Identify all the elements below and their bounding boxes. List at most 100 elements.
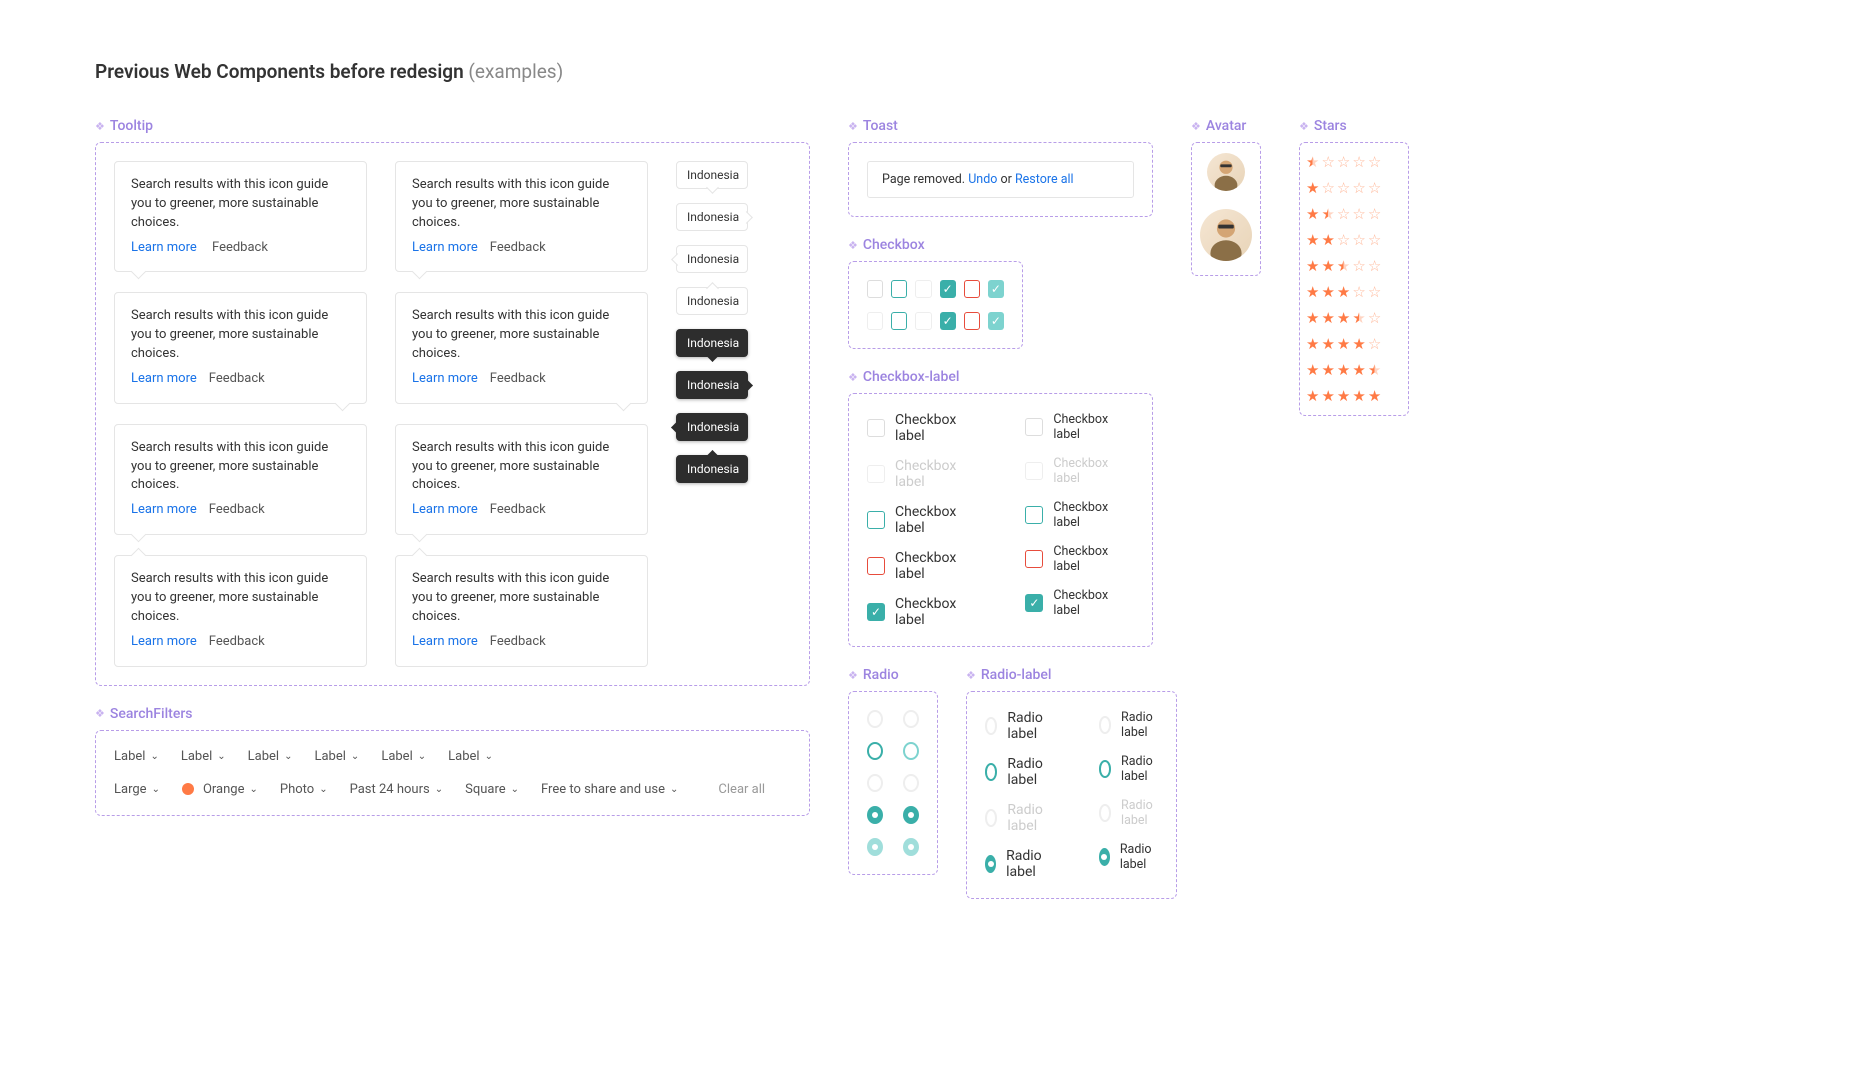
restore-all-link[interactable]: Restore all	[1015, 172, 1074, 187]
checkbox-label-item[interactable]: Checkbox label	[1025, 412, 1134, 442]
star-icon: ★	[1306, 309, 1319, 327]
radio-label-item[interactable]: Radio label	[1099, 710, 1159, 740]
radio-selected[interactable]	[903, 838, 919, 856]
feedback-link[interactable]: Feedback	[490, 502, 546, 517]
star-icon: ★	[1321, 283, 1334, 301]
learn-more-link[interactable]: Learn more	[131, 371, 197, 386]
undo-link[interactable]: Undo	[968, 172, 997, 187]
toast: Page removed. Undo or Restore all	[867, 161, 1134, 198]
radio[interactable]	[867, 774, 883, 792]
checkbox-error[interactable]	[964, 280, 980, 298]
filter-chip[interactable]: Orange⌄	[182, 782, 258, 797]
tooltip-card: Search results with this icon guide you …	[395, 161, 648, 272]
feedback-link[interactable]: Feedback	[209, 502, 265, 517]
mini-tooltip: Indonesia	[676, 203, 748, 231]
radio[interactable]	[903, 742, 919, 760]
feedback-link[interactable]: Feedback	[212, 240, 268, 255]
star-icon: ☆	[1337, 231, 1350, 249]
diamond-icon: ❖	[848, 120, 858, 133]
radio-label-item[interactable]: Radio label	[985, 848, 1049, 880]
toast-section: ❖Toast Page removed. Undo or Restore all	[848, 118, 1153, 217]
radio-label-item[interactable]: Radio label	[1099, 754, 1159, 784]
checkbox-checked[interactable]: ✓	[940, 312, 956, 330]
checkbox-label-item[interactable]: Checkbox label	[867, 412, 985, 444]
feedback-link[interactable]: Feedback	[209, 371, 265, 386]
star-icon: ☆	[1352, 153, 1365, 171]
filter-chip[interactable]: Label⌄	[248, 749, 293, 764]
checkbox-checked[interactable]: ✓	[988, 312, 1004, 330]
checkbox-checked[interactable]: ✓	[940, 280, 956, 298]
learn-more-link[interactable]: Learn more	[131, 240, 197, 255]
learn-more-link[interactable]: Learn more	[131, 502, 197, 517]
tooltip-card: Search results with this icon guide you …	[114, 424, 367, 535]
star-rating: ★★★★☆	[1306, 335, 1402, 353]
checkbox[interactable]	[867, 312, 883, 330]
star-icon: ★	[1321, 387, 1334, 405]
learn-more-link[interactable]: Learn more	[412, 240, 478, 255]
radio-selected[interactable]	[903, 806, 919, 824]
filter-chip[interactable]: Label⌄	[448, 749, 493, 764]
chevron-down-icon: ⌄	[485, 751, 493, 762]
star-icon: ★	[1368, 361, 1381, 379]
checkbox[interactable]	[867, 280, 883, 298]
chevron-down-icon: ⌄	[351, 751, 359, 762]
checkbox-error[interactable]	[964, 312, 980, 330]
diamond-icon: ❖	[966, 669, 976, 682]
checkbox-label-item[interactable]: Checkbox label	[867, 504, 985, 536]
filter-chip[interactable]: Label⌄	[314, 749, 359, 764]
learn-more-link[interactable]: Learn more	[131, 634, 197, 649]
radio[interactable]	[903, 710, 919, 728]
checkbox-label-item[interactable]: ✓Checkbox label	[867, 596, 985, 628]
checkbox[interactable]	[915, 312, 931, 330]
filter-chip[interactable]: Label⌄	[381, 749, 426, 764]
radio[interactable]	[867, 742, 883, 760]
diamond-icon: ❖	[95, 707, 105, 720]
filter-chip[interactable]: Label⌄	[181, 749, 226, 764]
checkbox-label-item[interactable]: Checkbox label	[1025, 500, 1134, 530]
feedback-link[interactable]: Feedback	[209, 634, 265, 649]
feedback-link[interactable]: Feedback	[490, 634, 546, 649]
learn-more-link[interactable]: Learn more	[412, 502, 478, 517]
clear-all-link[interactable]: Clear all	[718, 782, 765, 797]
feedback-link[interactable]: Feedback	[490, 240, 546, 255]
star-icon: ☆	[1321, 153, 1334, 171]
radio-label-item[interactable]: Radio label	[1099, 842, 1159, 872]
checkbox[interactable]	[891, 280, 907, 298]
chevron-down-icon: ⌄	[284, 751, 292, 762]
radio-selected[interactable]	[867, 838, 883, 856]
radio-label-item[interactable]: Radio label	[985, 756, 1049, 788]
learn-more-link[interactable]: Learn more	[412, 634, 478, 649]
tooltip-card: Search results with this icon guide you …	[114, 555, 367, 666]
filter-chip[interactable]: Label⌄	[114, 749, 159, 764]
star-icon: ☆	[1337, 153, 1350, 171]
star-rating: ★★★★★	[1306, 361, 1402, 379]
radio[interactable]	[903, 774, 919, 792]
checkbox-label-item[interactable]: ✓Checkbox label	[1025, 588, 1134, 618]
filter-chip[interactable]: Square⌄	[465, 782, 519, 797]
radio-label-item[interactable]: Radio label	[985, 710, 1049, 742]
tooltip-section: ❖ Tooltip Search results with this icon …	[95, 118, 810, 686]
checkbox[interactable]	[915, 280, 931, 298]
feedback-link[interactable]: Feedback	[490, 371, 546, 386]
radio[interactable]	[867, 710, 883, 728]
checkbox-checked[interactable]: ✓	[988, 280, 1004, 298]
checkbox-label-item[interactable]: Checkbox label	[1025, 544, 1134, 574]
filter-chip[interactable]: Large⌄	[114, 782, 160, 797]
radio-selected[interactable]	[867, 806, 883, 824]
avatar-section: ❖Avatar	[1191, 118, 1261, 276]
checkbox[interactable]	[891, 312, 907, 330]
chevron-down-icon: ⌄	[319, 784, 327, 795]
star-icon: ★	[1306, 153, 1319, 171]
filter-chip[interactable]: Photo⌄	[280, 782, 328, 797]
star-rating: ★★★☆☆	[1306, 257, 1402, 275]
filter-chip[interactable]: Free to share and use⌄	[541, 782, 678, 797]
diamond-icon: ❖	[1191, 120, 1201, 133]
diamond-icon: ❖	[95, 120, 105, 133]
star-icon: ☆	[1337, 179, 1350, 197]
tooltip-card: Search results with this icon guide you …	[114, 161, 367, 272]
stars-section: ❖Stars ★☆☆☆☆★☆☆☆☆★★☆☆☆★★☆☆☆★★★☆☆★★★☆☆★★★…	[1299, 118, 1409, 416]
checkbox-label-item[interactable]: Checkbox label	[867, 550, 985, 582]
filter-chip[interactable]: Past 24 hours⌄	[350, 782, 443, 797]
learn-more-link[interactable]: Learn more	[412, 371, 478, 386]
mini-tooltip-dark: Indonesia	[676, 413, 748, 441]
